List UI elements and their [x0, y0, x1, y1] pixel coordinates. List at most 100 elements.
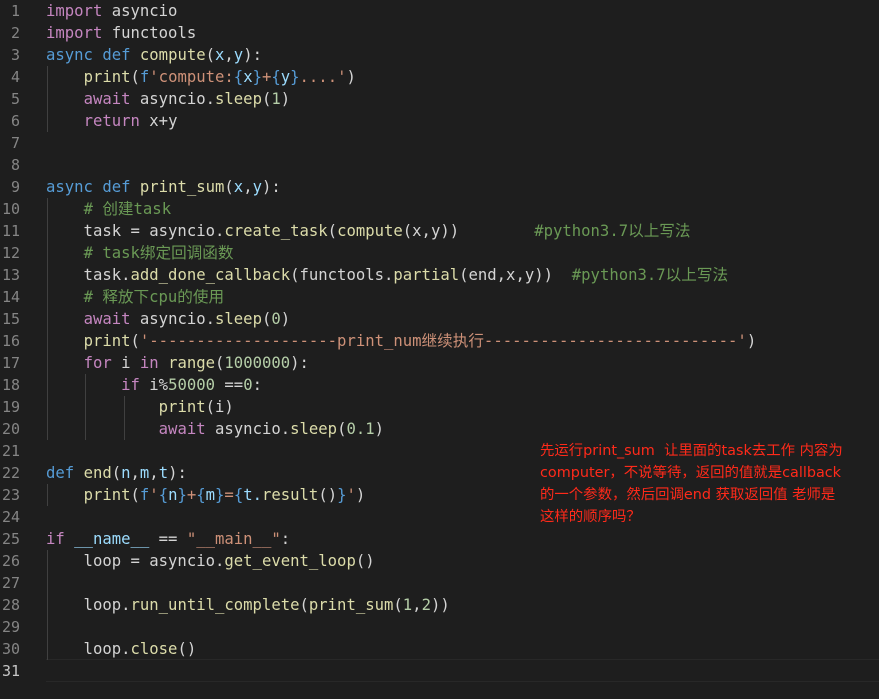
code-token: (: [130, 332, 140, 350]
code-token: (: [299, 596, 309, 614]
code-token: (: [327, 222, 338, 240]
code-line[interactable]: print(i): [46, 396, 234, 418]
line-number: 28: [1, 596, 20, 614]
line-number: 18: [1, 376, 20, 394]
code-token: # 释放下cpu的使用: [83, 288, 225, 306]
code-token: (: [393, 596, 403, 614]
code-token: ,: [130, 464, 140, 482]
code-token: x: [233, 178, 244, 196]
code-token: __name__: [74, 530, 150, 548]
line-number: 14: [1, 288, 20, 306]
code-token: :: [252, 376, 262, 394]
line-number: 24: [1, 508, 20, 526]
code-line[interactable]: print('--------------------print_num继续执行…: [46, 330, 757, 352]
code-token: "__main__": [186, 530, 281, 548]
code-token: #python3.7以上写法: [571, 266, 729, 284]
code-token: 50000: [168, 376, 216, 394]
code-line[interactable]: await asyncio.sleep(0): [46, 308, 291, 330]
code-token: if: [121, 376, 140, 394]
code-token: if: [46, 530, 65, 548]
code-token: ': [346, 486, 356, 504]
code-line[interactable]: loop = asyncio.get_event_loop(): [46, 550, 375, 572]
code-line[interactable]: import asyncio: [46, 0, 177, 22]
code-line[interactable]: def end(n,m,t):: [46, 462, 187, 484]
code-token: 1: [402, 596, 413, 614]
code-token: x: [243, 68, 253, 86]
code-area[interactable]: import asyncio import functools async def …: [46, 0, 879, 699]
code-token: ,: [224, 46, 234, 64]
line-number: 26: [1, 552, 20, 570]
question-annotation: 先运行print_sum 让里面的task去工作 内容为 computer，不说…: [540, 443, 843, 525]
code-line[interactable]: task = asyncio.create_task(compute(x,y))…: [46, 220, 691, 242]
code-line[interactable]: print(f'{n}+{m}={t.result()}'): [46, 484, 366, 506]
line-number: 6: [10, 112, 20, 130]
code-token: create_task: [224, 222, 328, 240]
code-line[interactable]: await asyncio.sleep(0.1): [46, 418, 384, 440]
code-token: (: [130, 68, 140, 86]
code-line[interactable]: for i in range(1000000):: [46, 352, 309, 374]
code-token: loop.: [46, 596, 131, 614]
code-token: ): [746, 332, 757, 350]
code-line[interactable]: async def compute(x,y):: [46, 44, 262, 66]
code-token: sleep: [215, 90, 262, 108]
code-token: (: [130, 486, 140, 504]
code-token: n: [121, 464, 131, 482]
code-token: (: [261, 90, 272, 108]
line-number: 20: [1, 420, 20, 438]
code-editor[interactable]: 1 2 3 4 5 6 7 8 9 10 11 12 13 14 15 16 17 18 19 20 21 22 23 24 2…: [0, 0, 879, 699]
code-token: ,: [243, 178, 253, 196]
code-token: {: [271, 68, 281, 86]
code-token: # task绑定回调函数: [83, 244, 234, 262]
code-token: # 创建task: [83, 200, 172, 218]
code-line[interactable]: async def print_sum(x,y):: [46, 176, 281, 198]
code-token: asyncio.: [130, 310, 216, 328]
code-token: await: [83, 310, 131, 328]
code-line[interactable]: print(f'compute:{x}+{y}....'): [46, 66, 356, 88]
code-token: {: [158, 486, 169, 504]
line-number: 7: [10, 134, 20, 152]
code-token: (end,x,y)): [459, 266, 572, 284]
code-line[interactable]: await asyncio.sleep(1): [46, 88, 291, 110]
code-token: {: [196, 486, 206, 504]
code-token: 0: [243, 376, 253, 394]
code-token: compute: [337, 222, 403, 240]
code-line[interactable]: # task绑定回调函数: [46, 242, 234, 264]
line-number: 13: [1, 266, 20, 284]
line-number: 25: [1, 530, 20, 548]
code-line[interactable]: # 创建task: [46, 198, 172, 220]
code-token: m: [205, 486, 216, 504]
code-token: f: [139, 68, 150, 86]
code-line[interactable]: loop.run_until_complete(print_sum(1,2)): [46, 594, 450, 616]
line-number: 3: [10, 46, 20, 64]
code-token: (x,y)): [402, 222, 535, 240]
code-line[interactable]: loop.close(): [46, 638, 197, 660]
code-token: asyncio.: [130, 90, 216, 108]
line-number: 10: [1, 200, 20, 218]
code-token: compute: [139, 46, 206, 64]
code-token: ==: [215, 376, 244, 394]
code-token: ):: [290, 354, 309, 372]
code-line[interactable]: task.add_done_callback(functools.partial…: [46, 264, 729, 286]
code-token: }: [215, 486, 225, 504]
code-line[interactable]: # 释放下cpu的使用: [46, 286, 225, 308]
line-number: 23: [1, 486, 20, 504]
code-token: ,: [149, 464, 159, 482]
code-line[interactable]: import functools: [46, 22, 196, 44]
code-token: y: [233, 46, 244, 64]
line-number: 11: [1, 222, 20, 240]
code-token: )): [430, 596, 450, 614]
code-token: print: [83, 486, 131, 504]
code-token: partial: [393, 266, 460, 284]
code-line[interactable]: if i%50000 ==0:: [46, 374, 262, 396]
code-line[interactable]: if __name__ == "__main__":: [46, 528, 290, 550]
code-line[interactable]: return x+y: [46, 110, 178, 132]
